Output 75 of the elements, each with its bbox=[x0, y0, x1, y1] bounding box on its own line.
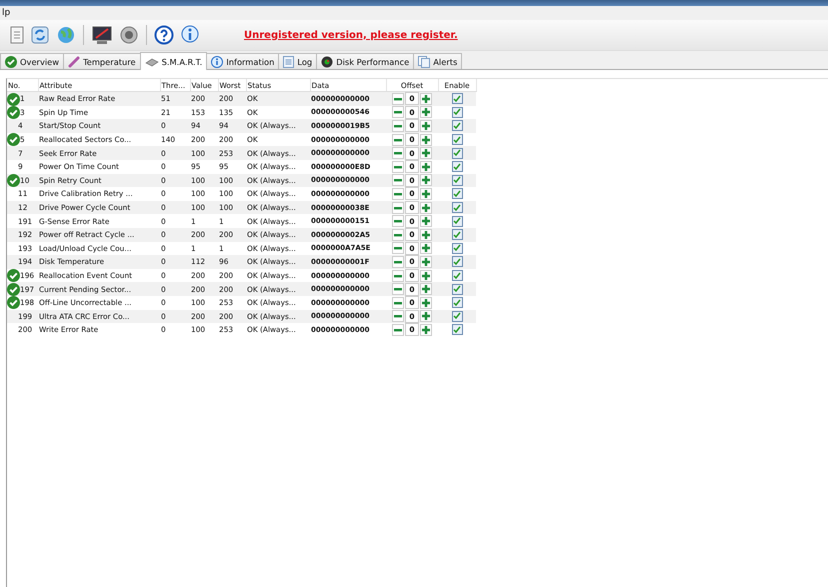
plus-button[interactable] bbox=[420, 324, 432, 336]
check-icon bbox=[5, 56, 17, 68]
refresh-icon[interactable] bbox=[30, 25, 50, 45]
minus-button[interactable] bbox=[392, 188, 404, 200]
minus-button[interactable] bbox=[392, 270, 404, 282]
plus-button[interactable] bbox=[420, 188, 432, 200]
tab[interactable]: Information bbox=[206, 53, 280, 69]
checkbox[interactable] bbox=[452, 161, 462, 172]
checkbox[interactable] bbox=[452, 242, 462, 254]
checkbox[interactable] bbox=[452, 284, 462, 295]
plus-button[interactable] bbox=[420, 92, 432, 105]
minus-button[interactable] bbox=[392, 242, 404, 254]
checkbox[interactable] bbox=[452, 229, 462, 240]
plus-button[interactable] bbox=[420, 228, 432, 241]
plus-button[interactable] bbox=[420, 174, 432, 186]
document-icon bbox=[283, 56, 294, 68]
checkbox[interactable] bbox=[452, 134, 462, 146]
checkbox[interactable] bbox=[452, 270, 462, 282]
checkbox[interactable] bbox=[452, 148, 462, 159]
checkbox[interactable] bbox=[452, 174, 462, 186]
checkbox[interactable] bbox=[452, 216, 462, 227]
help-icon[interactable] bbox=[154, 25, 174, 45]
plus-button[interactable] bbox=[420, 106, 432, 118]
minus-button[interactable] bbox=[392, 174, 404, 186]
checkbox[interactable] bbox=[452, 93, 462, 104]
plus-button[interactable] bbox=[420, 215, 432, 228]
tab[interactable]: Log bbox=[278, 53, 318, 69]
monitor-icon[interactable] bbox=[91, 25, 113, 45]
gauge-icon bbox=[321, 56, 334, 68]
plus-button[interactable] bbox=[420, 120, 432, 132]
checkbox[interactable] bbox=[452, 324, 462, 336]
minus-button[interactable] bbox=[392, 296, 404, 309]
checkbox[interactable] bbox=[452, 120, 462, 132]
minus-button[interactable] bbox=[392, 147, 404, 160]
plus-button[interactable] bbox=[420, 242, 432, 254]
minus-button[interactable] bbox=[392, 106, 404, 118]
minus-button[interactable] bbox=[392, 202, 404, 214]
tab[interactable]: Alerts bbox=[413, 53, 462, 69]
tab[interactable]: Disk Performance bbox=[316, 53, 414, 69]
info-icon[interactable] bbox=[180, 25, 200, 45]
checkbox[interactable] bbox=[452, 202, 462, 214]
checkbox[interactable] bbox=[452, 310, 462, 322]
document-icon[interactable] bbox=[10, 26, 24, 44]
plus-button[interactable] bbox=[420, 147, 432, 160]
plus-button[interactable] bbox=[420, 310, 432, 322]
plus-button[interactable] bbox=[420, 134, 432, 146]
checkbox[interactable] bbox=[452, 188, 462, 200]
globe-icon[interactable] bbox=[56, 25, 76, 45]
minus-button[interactable] bbox=[392, 92, 404, 105]
minus-button[interactable] bbox=[392, 120, 404, 132]
minus-button[interactable] bbox=[392, 215, 404, 228]
plus-button[interactable] bbox=[420, 256, 432, 268]
minus-button[interactable] bbox=[392, 256, 404, 268]
tab[interactable]: Temperature bbox=[63, 53, 141, 69]
plus-button[interactable] bbox=[420, 160, 432, 173]
checkbox[interactable] bbox=[452, 256, 462, 268]
plus-button[interactable] bbox=[420, 296, 432, 309]
info-icon bbox=[211, 56, 224, 68]
register-link[interactable]: Unregistered version, please register. bbox=[244, 30, 458, 40]
menu-item[interactable]: lp bbox=[0, 8, 12, 18]
minus-button[interactable] bbox=[392, 324, 404, 336]
minus-button[interactable] bbox=[392, 228, 404, 241]
plus-button[interactable] bbox=[420, 270, 432, 282]
checkbox[interactable] bbox=[452, 106, 462, 118]
minus-button[interactable] bbox=[392, 160, 404, 173]
tab[interactable]: S.M.A.R.T. bbox=[140, 52, 208, 70]
plus-button[interactable] bbox=[420, 283, 432, 296]
pages-icon bbox=[418, 56, 430, 68]
minus-button[interactable] bbox=[392, 310, 404, 322]
tab[interactable]: Overview bbox=[0, 53, 64, 69]
minus-button[interactable] bbox=[392, 283, 404, 296]
speaker-icon[interactable] bbox=[119, 25, 139, 45]
checkbox[interactable] bbox=[452, 297, 462, 308]
plus-button[interactable] bbox=[420, 202, 432, 214]
minus-button[interactable] bbox=[392, 134, 404, 146]
